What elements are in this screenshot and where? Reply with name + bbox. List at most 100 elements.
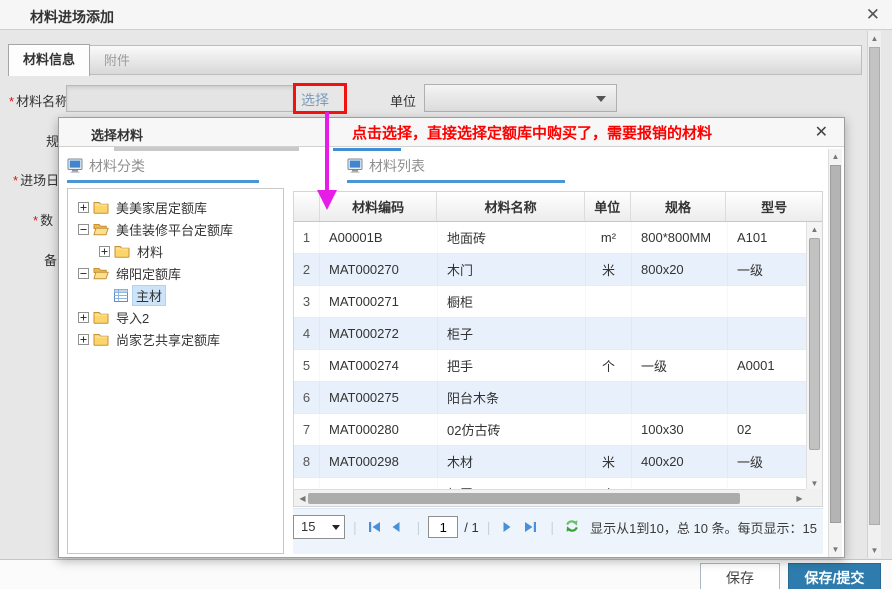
list-panel-title: 材料列表 <box>369 156 425 176</box>
tree-item-label: 美美家居定额库 <box>113 197 210 218</box>
scroll-right-icon[interactable]: ▶ <box>793 494 806 503</box>
tree-panel-title: 材料分类 <box>89 156 145 176</box>
save-submit-button[interactable]: 保存/提交 <box>788 563 881 589</box>
tree-item-美佳装修平台定额库[interactable]: 美佳装修平台定额库 <box>68 218 283 240</box>
cell-num: 1 <box>294 222 320 253</box>
cell-spec: 一级 <box>632 350 728 381</box>
cell-model: 02 <box>728 414 808 445</box>
table-horizontal-scrollbar[interactable]: ◀ ▶ <box>294 489 808 506</box>
scroll-up-icon[interactable]: ▲ <box>868 34 881 43</box>
cell-spec <box>632 286 728 317</box>
page-number-input[interactable] <box>428 516 458 538</box>
monitor-icon <box>347 158 363 174</box>
table-header-row: 材料编码 材料名称 单位 规格 型号 <box>294 192 822 222</box>
cell-code: MAT000271 <box>320 286 438 317</box>
page-size-select[interactable]: 15 <box>293 515 345 539</box>
entry-date-label-partial: *进场日 <box>13 170 59 189</box>
tree-item-label: 美佳装修平台定额库 <box>113 219 236 240</box>
cell-name: 柜子 <box>438 318 586 349</box>
modal-scrollbar-thumb[interactable] <box>830 165 841 523</box>
tab-attachments[interactable]: 附件 <box>92 47 142 75</box>
cell-spec: 400x20 <box>632 446 728 477</box>
cell-spec <box>632 318 728 349</box>
tab-material-info[interactable]: 材料信息 <box>8 44 90 76</box>
tree-item-美美家居定额库[interactable]: 美美家居定额库 <box>68 196 283 218</box>
tree-item-label: 材料 <box>134 241 166 262</box>
tree-item-导入2[interactable]: 导入2 <box>68 306 283 328</box>
save-button[interactable]: 保存 <box>700 563 780 589</box>
prev-page-button[interactable] <box>390 520 406 534</box>
cell-spec: 100x30 <box>632 414 728 445</box>
cell-name: 木材 <box>438 446 586 477</box>
cell-code: MAT000270 <box>320 254 438 285</box>
table-row[interactable]: 2MAT000270木门米800x20一级 <box>294 254 822 286</box>
table-row[interactable]: 5MAT000274把手个一级A0001 <box>294 350 822 382</box>
main-scrollbar-thumb[interactable] <box>869 47 880 525</box>
list-panel-header: 材料列表 <box>347 156 425 176</box>
table-row[interactable]: 6MAT000275阳台木条 <box>294 382 822 414</box>
modal-scrollbar[interactable]: ▲ ▼ <box>828 149 842 557</box>
cell-num: 2 <box>294 254 320 285</box>
table-vertical-scrollbar[interactable]: ▲ ▼ <box>806 222 822 491</box>
cell-num: 7 <box>294 414 320 445</box>
modal-title: 选择材料 <box>91 125 143 144</box>
table-row[interactable]: 8MAT000298木材米400x20一级 <box>294 446 822 478</box>
modal-close-icon[interactable]: ✕ <box>815 122 828 142</box>
col-header-spec[interactable]: 规格 <box>631 192 727 221</box>
cell-spec: 800*800MM <box>632 222 728 253</box>
tree-item-主材[interactable]: 主材 <box>68 284 283 306</box>
scroll-up-icon[interactable]: ▲ <box>829 152 842 161</box>
tree-item-label: 尚家艺共享定额库 <box>113 329 223 350</box>
cell-unit: m² <box>586 222 632 253</box>
table-row[interactable]: 1A00001B地面砖m²800*800MMA101 <box>294 222 822 254</box>
annotation-arrow-icon <box>314 112 340 215</box>
expander-plus-icon[interactable] <box>78 334 89 345</box>
scroll-up-icon[interactable]: ▲ <box>807 225 822 234</box>
remarks-label-partial: 备 <box>44 250 57 269</box>
first-page-button[interactable] <box>368 520 384 534</box>
material-name-input[interactable] <box>66 85 295 112</box>
cell-model: A101 <box>728 222 808 253</box>
table-row[interactable]: 3MAT000271橱柜 <box>294 286 822 318</box>
col-header-model[interactable]: 型号 <box>726 192 822 221</box>
chevron-down-icon <box>332 525 340 530</box>
unit-label: 单位 <box>390 91 416 110</box>
folder-open-icon <box>93 266 109 280</box>
cell-unit: 个 <box>586 350 632 381</box>
tree-item-label: 主材 <box>132 285 166 306</box>
main-scrollbar[interactable]: ▲ ▼ <box>867 31 881 558</box>
col-header-unit[interactable]: 单位 <box>585 192 631 221</box>
folder-open-icon <box>93 222 109 236</box>
page-size-value: 15 <box>301 519 315 534</box>
cell-unit: 米 <box>586 254 632 285</box>
table-row[interactable]: 4MAT000272柜子 <box>294 318 822 350</box>
material-name-label: *材料名称 <box>9 91 68 110</box>
tree-item-材料[interactable]: 材料 <box>68 240 283 262</box>
col-header-name[interactable]: 材料名称 <box>437 192 584 221</box>
scroll-down-icon[interactable]: ▼ <box>807 479 822 488</box>
refresh-icon[interactable] <box>564 518 580 537</box>
cell-model: 一级 <box>728 254 808 285</box>
scroll-down-icon[interactable]: ▼ <box>868 546 881 555</box>
expander-minus-icon[interactable] <box>78 224 89 235</box>
window-close-icon[interactable]: ✕ <box>866 5 880 25</box>
next-page-button[interactable] <box>501 520 517 534</box>
cell-spec: 800x20 <box>632 254 728 285</box>
window-titlebar: 材料进场添加 ✕ <box>0 0 892 30</box>
expander-plus-icon[interactable] <box>78 312 89 323</box>
required-asterisk: * <box>9 94 14 109</box>
select-material-modal: 选择材料 ✕ 材料分类 美美家居定额库美佳装修平台定额库材料绵阳定额库主材导入2… <box>58 117 845 558</box>
quantity-label-partial: *数 <box>33 210 53 229</box>
expander-plus-icon[interactable] <box>99 246 110 257</box>
unit-dropdown[interactable] <box>424 84 617 112</box>
expander-minus-icon[interactable] <box>78 268 89 279</box>
table-vscroll-thumb[interactable] <box>809 238 820 450</box>
scroll-down-icon[interactable]: ▼ <box>829 545 842 554</box>
last-page-button[interactable] <box>523 520 539 534</box>
table-row[interactable]: 7MAT00028002仿古砖100x3002 <box>294 414 822 446</box>
tree-item-绵阳定额库[interactable]: 绵阳定额库 <box>68 262 283 284</box>
tree-item-尚家艺共享定额库[interactable]: 尚家艺共享定额库 <box>68 328 283 350</box>
table-hscroll-thumb[interactable] <box>308 493 740 504</box>
cell-name: 阳台木条 <box>438 382 586 413</box>
expander-plus-icon[interactable] <box>78 202 89 213</box>
